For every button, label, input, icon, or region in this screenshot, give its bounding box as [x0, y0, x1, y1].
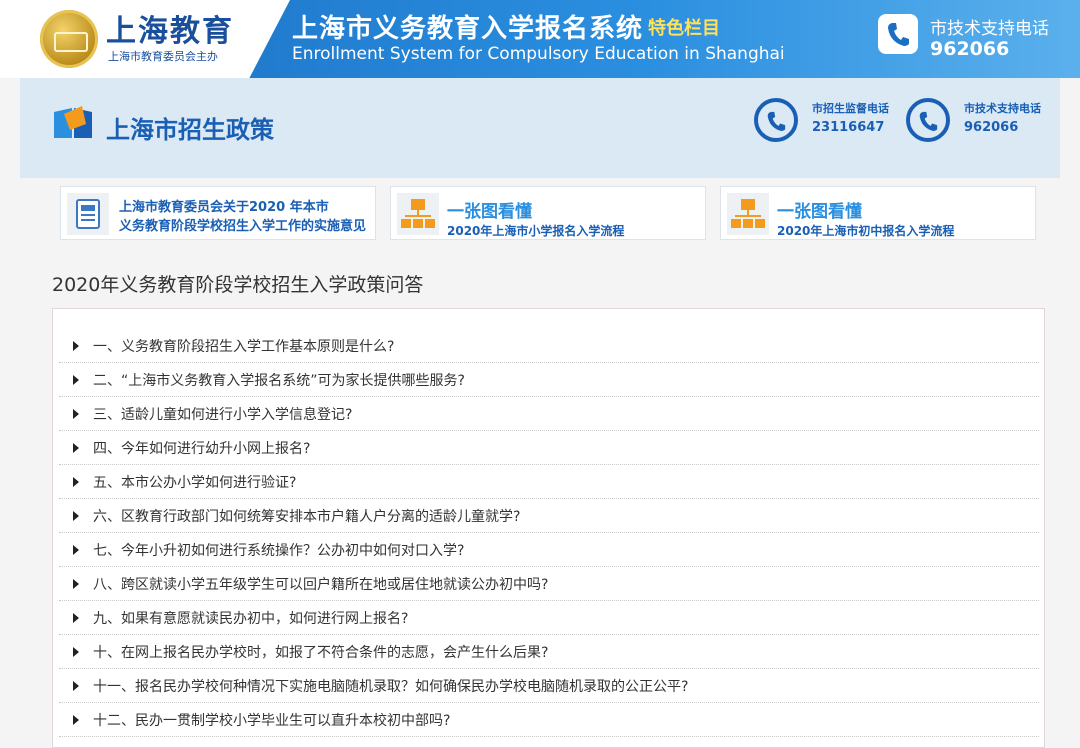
support-phone-number: 962066: [930, 38, 1010, 60]
faq-question: 七、今年小升初如何进行系统操作？公办初中如何对口入学?: [93, 543, 465, 559]
logo-title: 上海教育: [106, 14, 234, 49]
middle-school-flow-card[interactable]: 一张图看懂 2020年上海市初中报名入学流程: [720, 186, 1036, 240]
banner-title: 上海市招生政策: [106, 116, 274, 144]
system-subtitle-en: Enrollment System for Compulsory Educati…: [292, 44, 785, 64]
caret-right-icon: [73, 511, 79, 521]
faq-item[interactable]: 七、今年小升初如何进行系统操作？公办初中如何对口入学?: [59, 533, 1039, 567]
faq-question: 三、适龄儿童如何进行小学入学信息登记?: [93, 407, 353, 423]
flowchart-icon: [397, 193, 439, 235]
hotline-number[interactable]: 23116647: [812, 120, 884, 135]
caret-right-icon: [73, 375, 79, 385]
caret-right-icon: [73, 579, 79, 589]
phone-bubble-icon: [906, 98, 950, 142]
policy-book-icon: [52, 104, 94, 140]
faq-question: 十、在网上报名民办学校时，如报了不符合条件的志愿，会产生什么后果?: [93, 645, 549, 661]
logo-subtitle: 上海市教育委员会主办: [108, 50, 218, 63]
faq-question: 六、区教育行政部门如何统筹安排本市户籍人户分离的适龄儿童就学?: [93, 509, 521, 525]
card-heading: 一张图看懂: [447, 202, 532, 222]
site-header: 上海教育 上海市教育委员会主办 上海市义务教育入学报名系统 特色栏目 Enrol…: [0, 0, 1080, 78]
faq-question: 四、今年如何进行幼升小网上报名?: [93, 441, 311, 457]
logo-area[interactable]: 上海教育 上海市教育委员会主办: [0, 0, 290, 78]
phone-bubble-icon: [754, 98, 798, 142]
faq-item[interactable]: 三、适龄儿童如何进行小学入学信息登记?: [59, 397, 1039, 431]
faq-item[interactable]: 一、义务教育阶段招生入学工作基本原则是什么?: [59, 329, 1039, 363]
faq-item[interactable]: 十二、民办一贯制学校小学毕业生可以直升本校初中部吗?: [59, 703, 1039, 737]
policy-banner: 上海市招生政策 市招生监督电话 23116647 市技术支持电话 962066: [20, 78, 1060, 178]
system-title: 上海市义务教育入学报名系统: [292, 14, 644, 44]
hotline-number[interactable]: 962066: [964, 120, 1018, 135]
caret-right-icon: [73, 477, 79, 487]
hotline-label: 市招生监督电话: [812, 102, 889, 115]
section-title: 2020年义务教育阶段学校招生入学政策问答: [52, 274, 424, 296]
card-caption: 2020年上海市初中报名入学流程: [777, 224, 955, 238]
faq-item[interactable]: 八、跨区就读小学五年级学生可以回户籍所在地或居住地就读公办初中吗?: [59, 567, 1039, 601]
flowchart-icon: [727, 193, 769, 235]
caret-right-icon: [73, 681, 79, 691]
system-tag: 特色栏目: [648, 18, 720, 39]
logo-emblem-icon: [40, 10, 98, 68]
faq-question: 十一、报名民办学校何种情况下实施电脑随机录取？如何确保民办学校电脑随机录取的公正…: [93, 679, 689, 695]
primary-flow-card[interactable]: 一张图看懂 2020年上海市小学报名入学流程: [390, 186, 706, 240]
caret-right-icon: [73, 613, 79, 623]
faq-item[interactable]: 六、区教育行政部门如何统筹安排本市户籍人户分离的适龄儿童就学?: [59, 499, 1039, 533]
faq-item[interactable]: 四、今年如何进行幼升小网上报名?: [59, 431, 1039, 465]
faq-question: 一、义务教育阶段招生入学工作基本原则是什么?: [93, 339, 395, 355]
support-phone-label: 市技术支持电话: [930, 19, 1049, 39]
caret-right-icon: [73, 647, 79, 657]
faq-question: 五、本市公办小学如何进行验证?: [93, 475, 297, 491]
card-line: 义务教育阶段学校招生入学工作的实施意见: [119, 219, 367, 234]
card-heading: 一张图看懂: [777, 202, 862, 222]
faq-item[interactable]: 二、“上海市义务教育入学报名系统”可为家长提供哪些服务?: [59, 363, 1039, 397]
faq-question: 十二、民办一贯制学校小学毕业生可以直升本校初中部吗?: [93, 713, 451, 729]
faq-item[interactable]: 五、本市公办小学如何进行验证?: [59, 465, 1039, 499]
caret-right-icon: [73, 545, 79, 555]
hotline-label: 市技术支持电话: [964, 102, 1041, 115]
faq-list: 一、义务教育阶段招生入学工作基本原则是什么? 二、“上海市义务教育入学报名系统”…: [52, 308, 1045, 748]
card-line: 上海市教育委员会关于2020 年本市: [119, 200, 329, 215]
faq-question: 八、跨区就读小学五年级学生可以回户籍所在地或居住地就读公办初中吗?: [93, 577, 549, 593]
faq-item[interactable]: 十一、报名民办学校何种情况下实施电脑随机录取？如何确保民办学校电脑随机录取的公正…: [59, 669, 1039, 703]
card-caption: 2020年上海市小学报名入学流程: [447, 224, 625, 238]
phone-icon: [878, 14, 918, 54]
document-icon: [67, 193, 109, 235]
caret-right-icon: [73, 443, 79, 453]
faq-item[interactable]: 十、在网上报名民办学校时，如报了不符合条件的志愿，会产生什么后果?: [59, 635, 1039, 669]
policy-document-card[interactable]: 上海市教育委员会关于2020 年本市 义务教育阶段学校招生入学工作的实施意见: [60, 186, 376, 240]
caret-right-icon: [73, 341, 79, 351]
faq-question: 九、如果有意愿就读民办初中，如何进行网上报名?: [93, 611, 409, 627]
caret-right-icon: [73, 409, 79, 419]
faq-question: 二、“上海市义务教育入学报名系统”可为家长提供哪些服务?: [93, 373, 465, 389]
faq-item[interactable]: 九、如果有意愿就读民办初中，如何进行网上报名?: [59, 601, 1039, 635]
caret-right-icon: [73, 715, 79, 725]
